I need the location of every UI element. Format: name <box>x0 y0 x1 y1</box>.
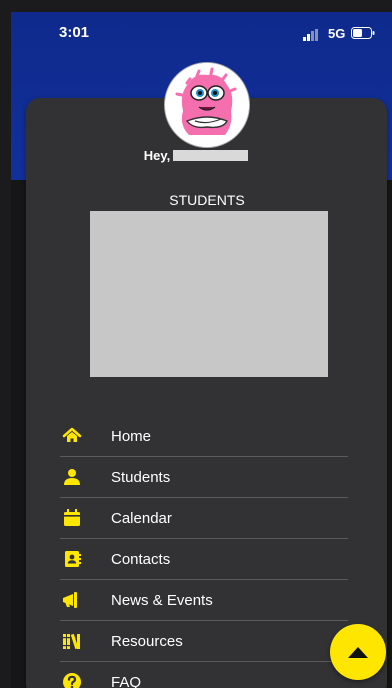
scroll-to-top-button[interactable] <box>330 624 386 680</box>
network-type: 5G <box>328 26 346 41</box>
calendar-icon <box>64 509 80 526</box>
menu-item-contacts[interactable]: Contacts <box>60 539 348 580</box>
question-icon <box>63 673 81 688</box>
menu-label: Resources <box>111 632 183 650</box>
menu-label: Contacts <box>111 550 171 568</box>
battery-icon <box>351 27 375 39</box>
greeting: Hey, <box>0 148 392 164</box>
signal-icon <box>303 29 318 41</box>
menu-label: News & Events <box>111 591 213 609</box>
menu-label: Calendar <box>111 509 172 527</box>
menu-item-faq[interactable]: FAQ <box>60 662 348 688</box>
menu-label: Students <box>111 468 171 486</box>
status-time: 3:01 <box>59 24 90 41</box>
menu-item-calendar[interactable]: Calendar <box>60 498 348 539</box>
avatar[interactable] <box>164 62 250 148</box>
nav-menu: Home Students Calendar Contacts News & E… <box>60 416 348 688</box>
home-icon <box>62 427 82 442</box>
contacts-icon <box>65 551 81 567</box>
books-icon <box>63 633 80 650</box>
person-icon <box>64 469 80 485</box>
megaphone-icon <box>63 592 77 608</box>
arrow-up-icon <box>348 647 368 658</box>
menu-label: Home <box>111 427 152 445</box>
status-bar: 3:01 5G <box>11 12 392 52</box>
student-selector[interactable] <box>90 211 328 377</box>
app-screen: 3:01 5G Hey, STUDENTS Home Students Cale… <box>0 0 392 688</box>
menu-item-resources[interactable]: Resources <box>60 621 348 662</box>
greeting-text: Hey, <box>143 148 171 163</box>
menu-item-students[interactable]: Students <box>60 457 348 498</box>
students-section-title: STUDENTS <box>169 192 245 208</box>
redacted-name <box>173 150 249 161</box>
menu-item-home[interactable]: Home <box>60 416 348 457</box>
menu-item-news-events[interactable]: News & Events <box>60 580 348 621</box>
menu-label: FAQ <box>111 673 142 688</box>
monster-avatar-icon <box>165 63 249 147</box>
